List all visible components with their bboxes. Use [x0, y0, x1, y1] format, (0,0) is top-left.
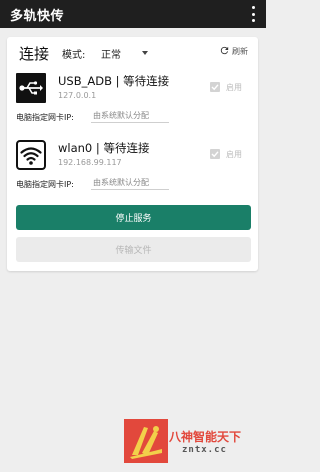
connection-name: USB_ADB | 等待连接 [58, 74, 170, 88]
card-header: 连接 模式: 正常 刷新 [7, 37, 258, 65]
enable-label: 启用 [226, 83, 242, 92]
app-bar: 多轨快传 [0, 0, 266, 28]
nic-ip-label: 电脑指定网卡IP: [16, 180, 74, 189]
card-heading: 连接 [19, 45, 50, 63]
connection-card: 连接 模式: 正常 刷新 USB_ADB | 等待连接 127.0.0.1 启用… [7, 37, 258, 271]
mode-dropdown[interactable]: 正常 [99, 42, 151, 61]
refresh-icon [220, 46, 229, 55]
refresh-label: 刷新 [232, 47, 248, 56]
stop-service-button[interactable]: 停止服务 [16, 205, 251, 230]
transfer-files-button[interactable]: 传输文件 [16, 237, 251, 262]
dropdown-caret-icon [142, 51, 148, 55]
connection-name: wlan0 | 等待连接 [58, 141, 150, 155]
checkbox-checked-icon [210, 82, 220, 92]
watermark-subtitle: zntx.cc [182, 445, 227, 455]
refresh-button[interactable]: 刷新 [219, 43, 255, 59]
app-title: 多轨快传 [10, 8, 65, 24]
nic-ip-label: 电脑指定网卡IP: [16, 113, 74, 122]
checkbox-checked-icon [210, 149, 220, 159]
nic-ip-input[interactable] [91, 175, 169, 190]
usb-icon [16, 73, 46, 103]
watermark-title: 八神智能天下 [169, 430, 242, 444]
mode-label: 模式: [62, 50, 86, 61]
enable-checkbox[interactable]: 启用 [210, 81, 252, 95]
mode-value: 正常 [101, 50, 121, 61]
watermark: 八神智能天下 zntx.cc [124, 419, 266, 463]
connection-ip: 127.0.0.1 [58, 91, 97, 100]
more-vert-icon[interactable] [250, 6, 256, 22]
enable-checkbox[interactable]: 启用 [210, 148, 252, 162]
enable-label: 启用 [226, 150, 242, 159]
connection-ip: 192.168.99.117 [58, 158, 122, 167]
watermark-logo [124, 419, 168, 463]
nic-ip-input[interactable] [91, 108, 169, 123]
wifi-icon [16, 140, 46, 170]
